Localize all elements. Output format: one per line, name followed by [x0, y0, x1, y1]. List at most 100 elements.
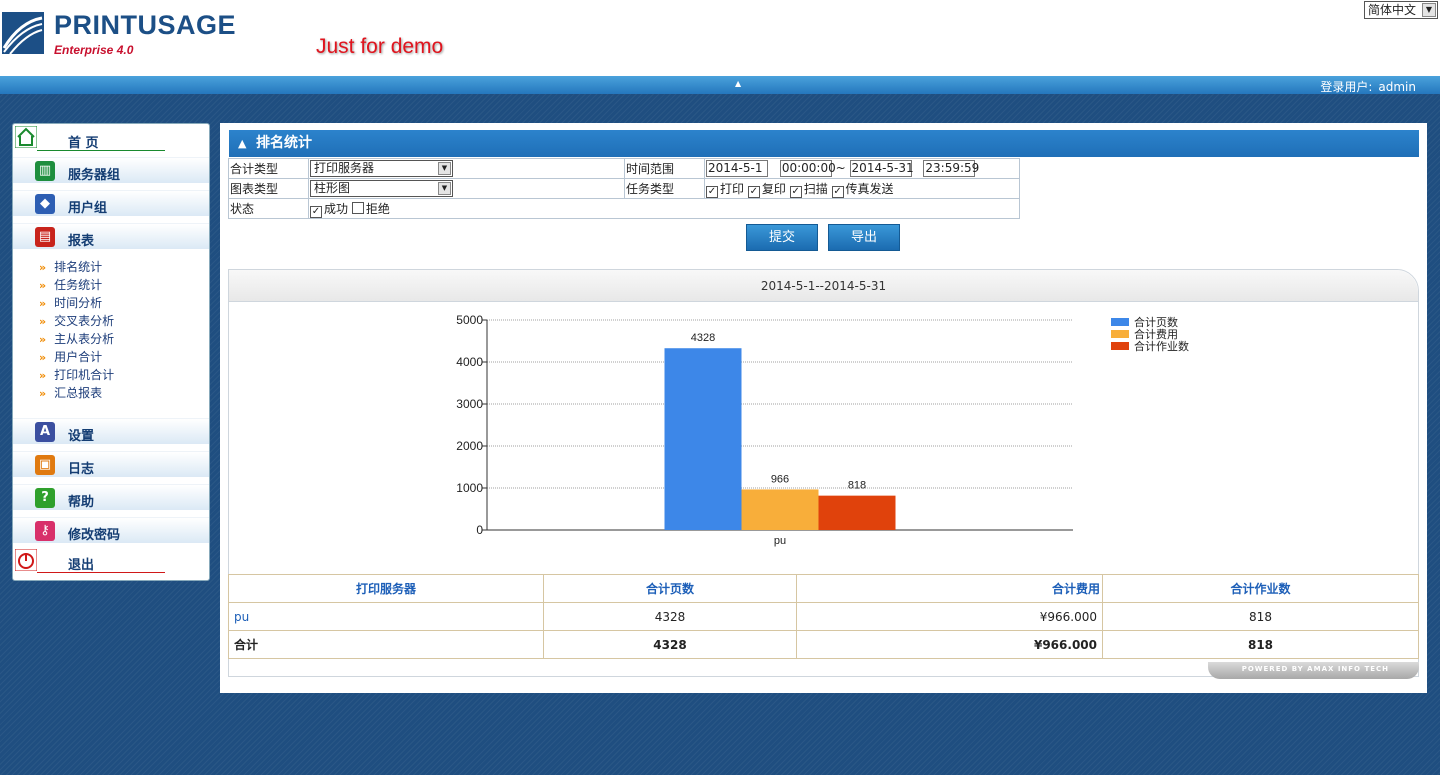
sidebar-item-log[interactable]: ▣ 日志	[13, 451, 209, 477]
report-icon: ▤	[35, 227, 55, 247]
key-icon: ⚷	[35, 521, 55, 541]
sidebar-subitem-crosstab[interactable]: » 交叉表分析	[39, 312, 114, 329]
user-label: 登录用户:	[1320, 80, 1373, 94]
sidebar-subitem-time-analysis[interactable]: » 时间分析	[39, 294, 102, 311]
chevron-right-icon: »	[39, 387, 47, 400]
sidebar-subitem-summary[interactable]: » 汇总报表	[39, 384, 102, 401]
subitem-label: 交叉表分析	[54, 314, 115, 328]
chart-type-label: 图表类型	[228, 178, 309, 199]
sidebar-subitem-task-stats[interactable]: » 任务统计	[39, 276, 102, 293]
sidebar-subitem-user-total[interactable]: » 用户合计	[39, 348, 102, 365]
scan-checkbox[interactable]: ✓	[789, 185, 802, 198]
copy-checkbox[interactable]: ✓	[747, 185, 760, 198]
fax-checkbox[interactable]: ✓	[831, 185, 844, 198]
page-title: 排名统计	[256, 135, 312, 151]
chevron-down-icon: ▼	[438, 182, 451, 195]
sidebar-item-reports[interactable]: ▤ 报表	[13, 223, 209, 249]
job-type-label: 任务类型	[624, 178, 705, 199]
x-tick-label: pu	[774, 535, 786, 547]
chevron-right-icon: »	[39, 297, 47, 310]
table-total-row: 合计 4328 ¥966.000 818	[228, 630, 1419, 659]
section-title: ▲ 排名统计	[229, 130, 1419, 157]
submit-button[interactable]: 提交	[746, 224, 818, 251]
subitem-label: 排名统计	[54, 260, 103, 274]
data-label: 4328	[691, 332, 715, 344]
chevron-down-icon: ▼	[1422, 3, 1436, 17]
legend-swatch	[1111, 318, 1129, 326]
server-group-icon: ▥	[35, 161, 55, 181]
sidebar-item-change-password[interactable]: ⚷ 修改密码	[13, 517, 209, 543]
logo-text: PRINTUSAGE	[54, 10, 237, 40]
y-tick-label: 1000	[456, 481, 483, 495]
subitem-label: 任务统计	[54, 278, 103, 292]
powered-by-footer: POWERED BY AMAX INFO TECH	[1208, 662, 1419, 679]
table-row: pu 4328 ¥966.000 818	[228, 602, 1419, 631]
sidebar-item-label: 用户组	[68, 201, 108, 216]
collapse-up-icon[interactable]: ▲	[735, 79, 741, 88]
sidebar-item-home[interactable]: 首 页	[13, 126, 209, 152]
legend-label: 合计页数	[1134, 315, 1178, 329]
legend-label: 合计作业数	[1134, 339, 1189, 353]
subitem-label: 用户合计	[54, 350, 103, 364]
bar	[741, 489, 819, 530]
export-button[interactable]: 导出	[828, 224, 900, 251]
chevron-right-icon: »	[39, 351, 47, 364]
fax-label: 传真发送	[845, 181, 894, 196]
sidebar-item-label: 设置	[68, 429, 95, 444]
top-bar: ▲ 登录用户: admin	[0, 76, 1440, 94]
sidebar-item-user-group[interactable]: ◆ 用户组	[13, 190, 209, 216]
subitem-label: 主从表分析	[54, 332, 115, 346]
chevron-right-icon: »	[39, 279, 47, 292]
chevron-right-icon: »	[39, 333, 47, 346]
legend-swatch	[1111, 342, 1129, 350]
bar	[664, 348, 742, 530]
log-icon: ▣	[35, 455, 55, 475]
scan-label: 扫描	[803, 181, 828, 196]
sidebar: 首 页 ▥ 服务器组 ◆ 用户组 ▤ 报表 » 排名统计 » 任务统计 » 时间分析 …	[12, 123, 210, 581]
time-from-input[interactable]: 00:00:00	[779, 160, 836, 177]
legend-label: 合计费用	[1134, 327, 1178, 341]
sidebar-item-label: 服务器组	[68, 168, 121, 183]
chart-type-value: 柱形图	[314, 181, 351, 195]
total-jobs-cell: 818	[1102, 630, 1419, 659]
settings-icon: A	[35, 422, 55, 442]
server-name-link[interactable]: pu	[228, 602, 544, 631]
chevron-right-icon: »	[39, 315, 47, 328]
sidebar-item-server-group[interactable]: ▥ 服务器组	[13, 157, 209, 183]
total-type-select[interactable]: 打印服务器 ▼	[310, 160, 453, 177]
date-from-input[interactable]: 2014-5-1	[706, 160, 768, 177]
sidebar-subitem-printer-total[interactable]: » 打印机合计	[39, 366, 114, 383]
divider	[37, 150, 165, 151]
column-header: 打印服务器	[228, 574, 544, 603]
data-label: 966	[771, 473, 789, 485]
language-select[interactable]: 简体中文 ▼	[1364, 1, 1438, 19]
print-checkbox[interactable]: ✓	[706, 185, 718, 198]
chevron-down-icon: ▼	[438, 162, 451, 175]
range-separator: ~	[835, 161, 846, 175]
sidebar-subitem-master-detail[interactable]: » 主从表分析	[39, 330, 114, 347]
sidebar-item-settings[interactable]: A 设置	[13, 418, 209, 444]
sidebar-item-label: 报表	[68, 234, 95, 249]
sidebar-subitem-ranking[interactable]: » 排名统计	[39, 258, 102, 275]
rejected-checkbox[interactable]	[351, 201, 364, 214]
status-label: 状态	[228, 198, 309, 219]
y-tick-label: 4000	[456, 355, 483, 369]
header: PRINTUSAGE Enterprise 4.0 Just for demo …	[0, 0, 1440, 76]
jobs-cell: 818	[1102, 602, 1419, 631]
date-to-input[interactable]: 2014-5-31	[849, 160, 914, 177]
time-to-input[interactable]: 23:59:59	[923, 160, 979, 177]
success-checkbox[interactable]: ✓	[310, 205, 322, 218]
sidebar-item-label: 帮助	[68, 495, 95, 510]
y-tick-label: 0	[476, 523, 483, 537]
bar	[818, 495, 896, 530]
sidebar-item-help[interactable]: ? 帮助	[13, 484, 209, 510]
sidebar-item-logout[interactable]: 退出	[13, 548, 209, 574]
subitem-label: 汇总报表	[54, 386, 103, 400]
chart-type-select[interactable]: 柱形图 ▼	[310, 180, 453, 197]
time-range-label: 时间范围	[624, 158, 705, 179]
divider	[37, 572, 165, 573]
column-header: 合计页数	[543, 574, 797, 603]
user-group-icon: ◆	[35, 194, 55, 214]
hierarchy-icon: ▲	[238, 137, 247, 150]
copy-label: 复印	[761, 181, 786, 196]
